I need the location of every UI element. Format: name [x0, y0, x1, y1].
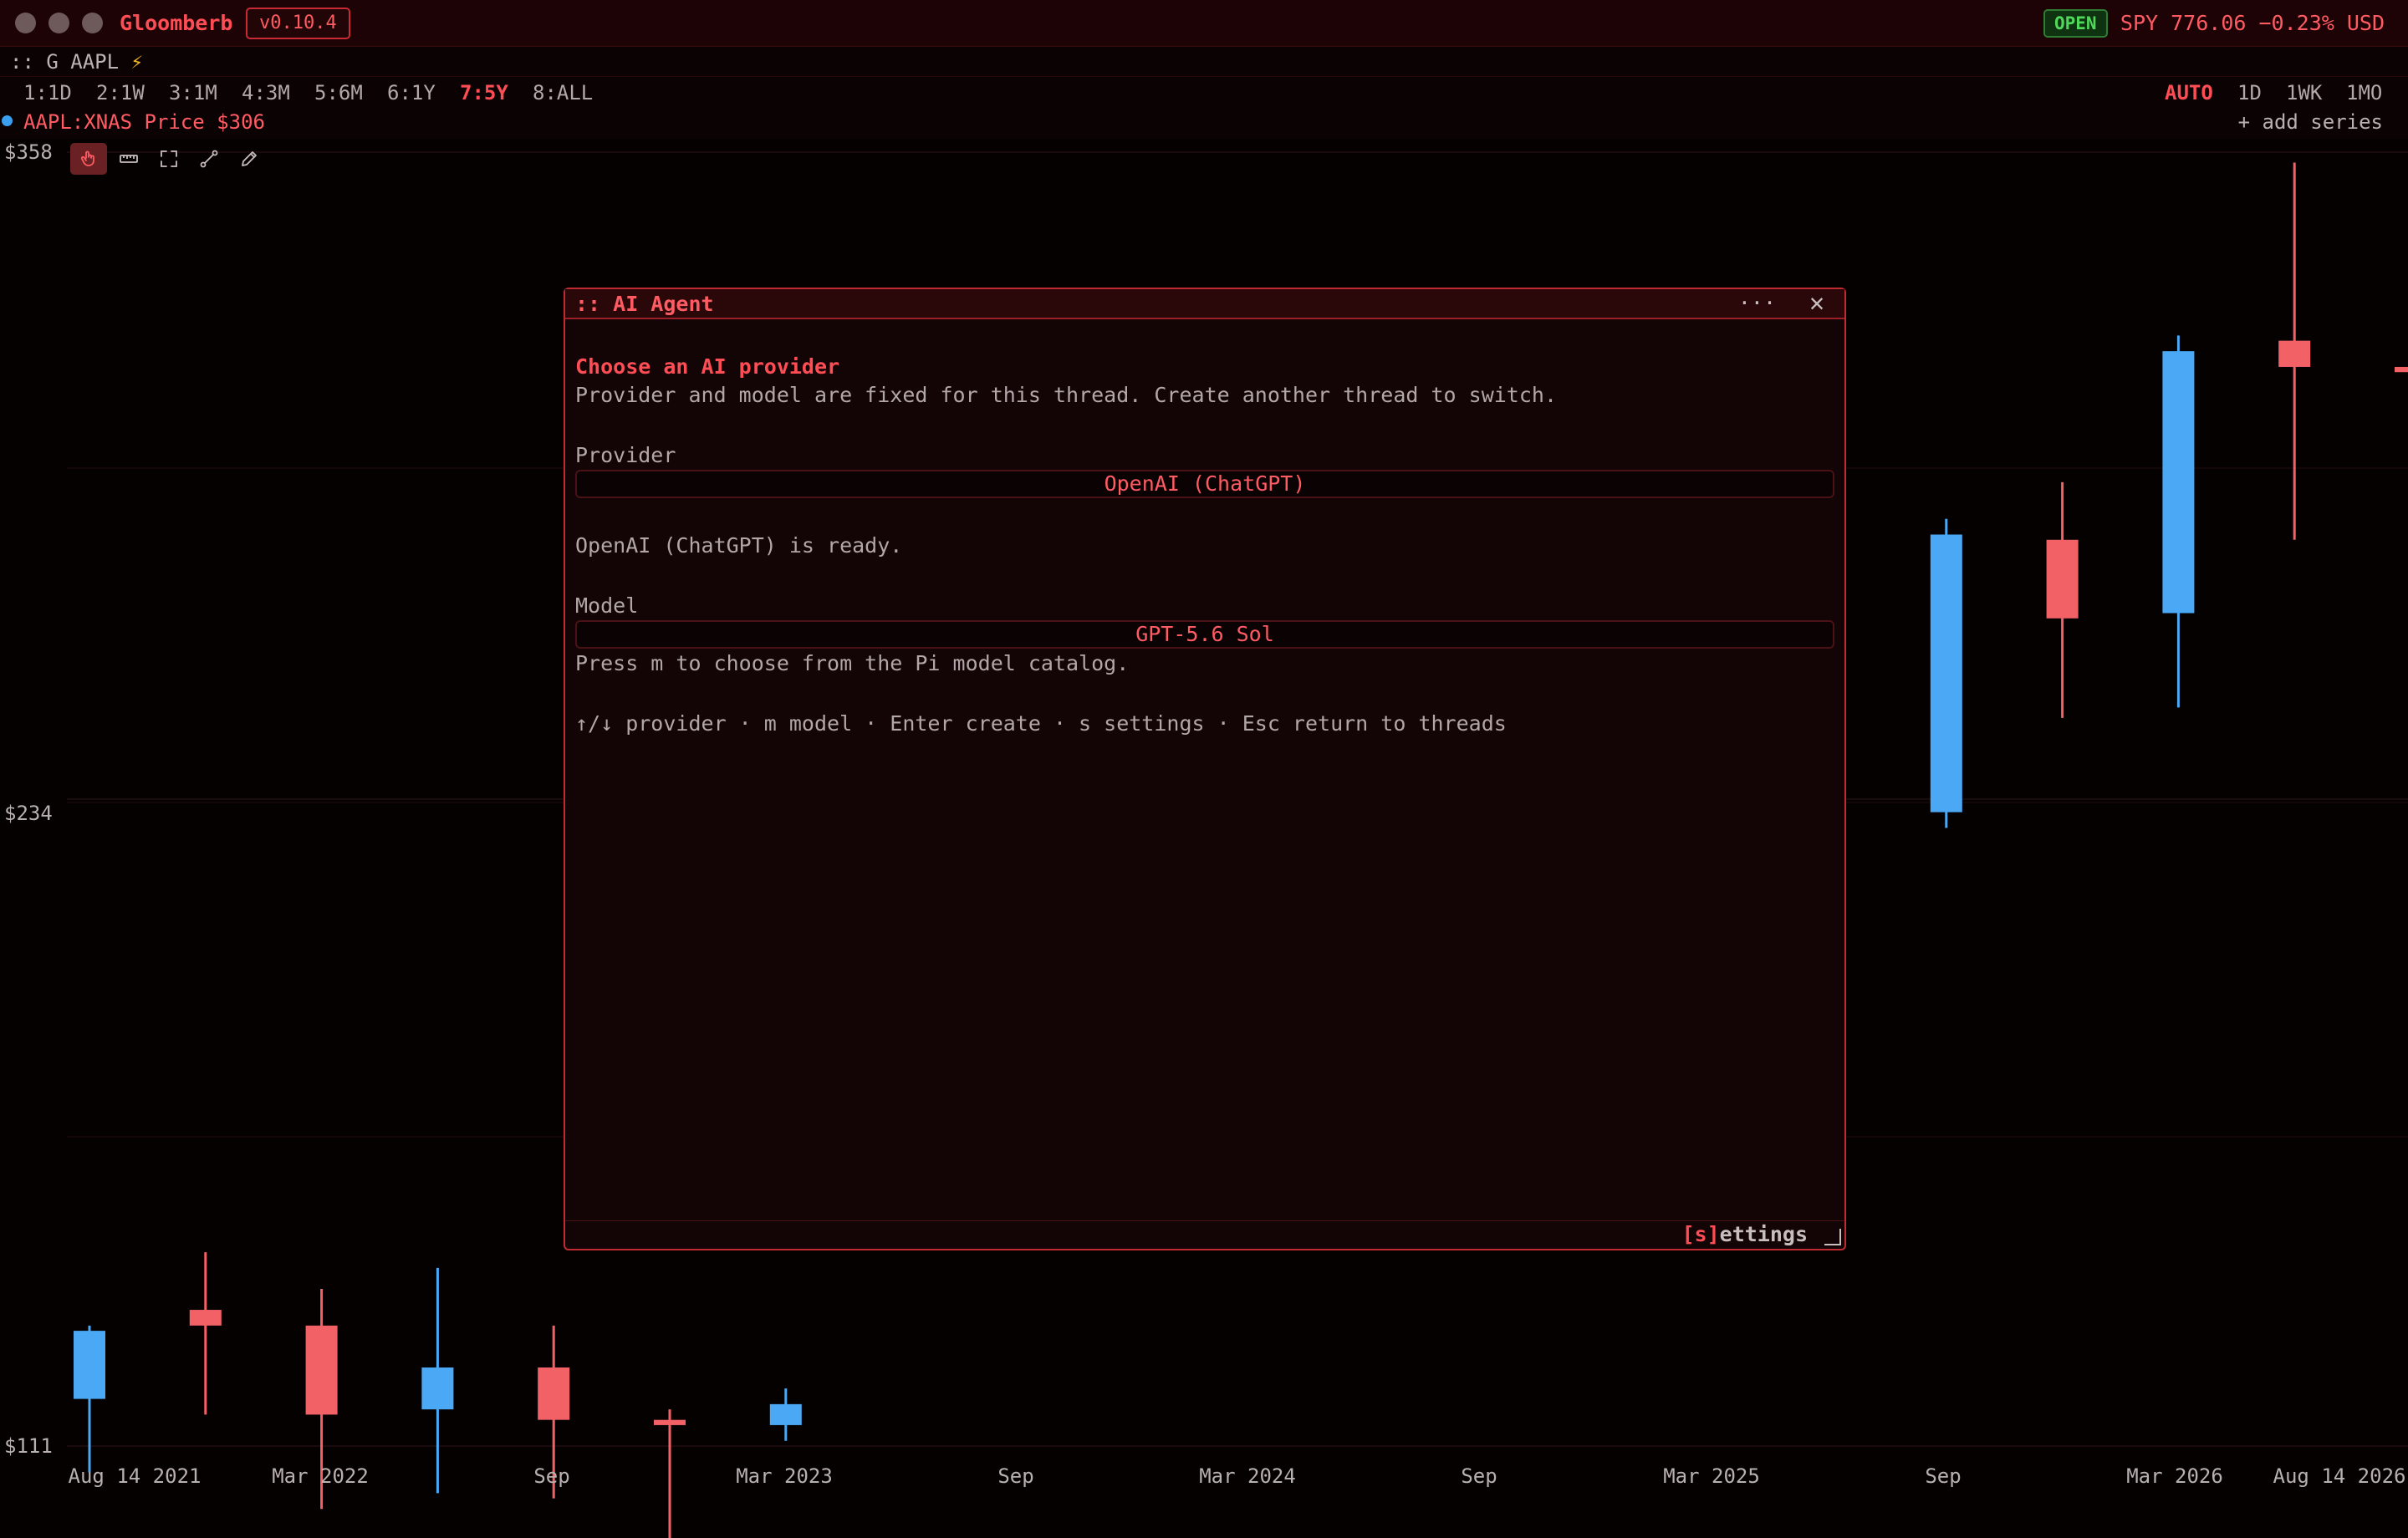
provider-select[interactable]: OpenAI (ChatGPT) [575, 470, 1834, 498]
add-series-button[interactable]: + add series [2238, 108, 2383, 136]
date-axis-label: Mar 2026 [2126, 1464, 2223, 1488]
series-label[interactable]: AAPL:XNAS Price $306 [23, 108, 265, 136]
date-axis-label: Mar 2024 [1199, 1464, 1296, 1488]
pointer-icon [80, 150, 94, 166]
expand-tool-button[interactable] [150, 143, 187, 175]
close-icon[interactable]: ✕ [1809, 289, 1824, 318]
pencil-icon [242, 151, 257, 166]
dialog-header[interactable]: :: AI Agent ··· ✕ [565, 289, 1844, 319]
command-text[interactable]: :: G AAPL ⚡ [10, 48, 143, 76]
range-all[interactable]: 8:ALL [533, 79, 593, 107]
interval-1wk[interactable]: 1WK [2286, 79, 2322, 107]
version-badge: v0.10.4 [246, 8, 350, 39]
range-bar: 1:1D 2:1W 3:1M 4:3M 5:6M 6:1Y 7:5Y 8:ALL… [0, 77, 2408, 109]
date-axis-label: Sep [1925, 1464, 1962, 1488]
keyboard-shortcuts: ↑/↓ provider · m model · Enter create · … [575, 711, 1507, 736]
date-axis-label: Mar 2022 [272, 1464, 369, 1488]
date-axis-label: Sep [1461, 1464, 1497, 1488]
range-1y[interactable]: 6:1Y [387, 79, 436, 107]
provider-description: Provider and model are fixed for this th… [575, 383, 1557, 407]
price-axis-label: $111 [4, 1434, 53, 1458]
bolt-icon: ⚡ [130, 50, 143, 74]
range-5y[interactable]: 7:5Y [460, 79, 508, 107]
resize-handle[interactable] [1824, 1229, 1841, 1245]
range-6m[interactable]: 5:6M [314, 79, 363, 107]
candle-body [654, 1419, 686, 1425]
candle-body [2046, 539, 2079, 619]
candle-body [305, 1325, 338, 1415]
command-bar[interactable]: :: G AAPL ⚡ [0, 47, 2408, 77]
interval-1mo[interactable]: 1MO [2346, 79, 2382, 107]
candle-body [189, 1310, 222, 1326]
candle-body [538, 1367, 570, 1420]
candle-body [769, 1403, 802, 1425]
trendline-icon [200, 150, 218, 168]
pencil-tool-button[interactable] [231, 143, 268, 175]
app-name: Gloomberb [120, 11, 233, 35]
minimize-window-button[interactable] [48, 13, 69, 33]
candle-body [2278, 340, 2311, 367]
date-axis-label: Sep [997, 1464, 1034, 1488]
settings-key: [s] [1681, 1222, 1720, 1246]
market-status-badge: OPEN [2043, 9, 2108, 38]
interval-1d[interactable]: 1D [2237, 79, 2262, 107]
date-axis-label: Aug 14 2026 [2273, 1464, 2406, 1488]
settings-button[interactable]: [s]ettings [1681, 1221, 1808, 1248]
provider-status: OpenAI (ChatGPT) is ready. [575, 533, 903, 558]
date-axis-label: Aug 14 2021 [68, 1464, 202, 1488]
price-axis-label: $234 [4, 802, 53, 825]
range-1d[interactable]: 1:1D [23, 79, 72, 107]
expand-icon [161, 150, 177, 167]
settings-label: ettings [1719, 1222, 1808, 1246]
dialog-title: :: AI Agent [575, 292, 714, 316]
ruler-icon [120, 155, 138, 163]
candle-body [2162, 351, 2195, 614]
ruler-tool-button[interactable] [110, 143, 147, 175]
model-select[interactable]: GPT-5.6 Sol [575, 620, 1834, 649]
range-1m[interactable]: 3:1M [169, 79, 217, 107]
series-color-dot [2, 115, 13, 126]
range-1w[interactable]: 2:1W [96, 79, 145, 107]
model-label: Model [575, 593, 639, 618]
zoom-window-button[interactable] [82, 13, 103, 33]
interval-auto[interactable]: AUTO [2165, 79, 2213, 107]
model-hint: Press m to choose from the Pi model cata… [575, 651, 1130, 675]
candle-body [2395, 366, 2408, 373]
price-axis-label: $358 [4, 140, 53, 164]
provider-heading: Choose an AI provider [575, 354, 840, 379]
date-axis-label: Mar 2025 [1663, 1464, 1760, 1488]
more-icon[interactable]: ··· [1738, 291, 1776, 316]
trendline-tool-button[interactable] [191, 143, 227, 175]
pointer-tool-button[interactable] [70, 143, 107, 175]
title-bar: Gloomberb v0.10.4 OPEN SPY 776.06 −0.23%… [0, 0, 2408, 47]
candle-body [1930, 534, 1962, 812]
index-quote: SPY 776.06 −0.23% USD [2120, 11, 2385, 35]
command-prefix: :: G AAPL [10, 50, 120, 74]
candle-body [74, 1331, 105, 1399]
date-axis-label: Mar 2023 [736, 1464, 833, 1488]
provider-label: Provider [575, 443, 676, 467]
candle-body [421, 1367, 454, 1410]
ai-agent-dialog: :: AI Agent ··· ✕ Choose an AI provider … [564, 288, 1846, 1250]
date-axis-label: Sep [533, 1464, 570, 1488]
series-bar [0, 109, 2408, 139]
dialog-footer: [s]ettings [565, 1220, 1844, 1249]
app-window: Gloomberb v0.10.4 OPEN SPY 776.06 −0.23%… [0, 0, 2408, 1538]
range-3m[interactable]: 4:3M [242, 79, 290, 107]
close-window-button[interactable] [15, 13, 36, 33]
